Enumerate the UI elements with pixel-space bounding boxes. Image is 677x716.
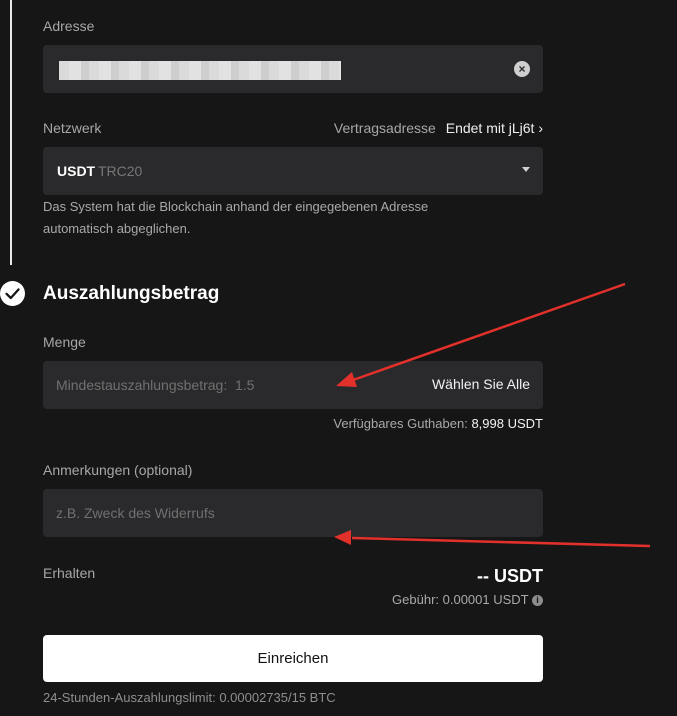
contract-address-value[interactable]: Endet mit jLj6t › <box>446 120 543 136</box>
remarks-input[interactable]: z.B. Zweck des Widerrufs <box>43 489 543 537</box>
section-title: Auszahlungsbetrag <box>43 283 220 304</box>
redacted-address <box>59 61 341 80</box>
receive-label: Erhalten <box>43 565 96 581</box>
contract-address-label: Vertragsadresse <box>333 120 436 136</box>
network-select[interactable]: USDT TRC20 <box>43 147 543 195</box>
available-balance: Verfügbares Guthaben: 8,998 USDT <box>333 416 543 431</box>
amount-placeholder: Mindestauszahlungsbetrag: 1.5 <box>56 377 255 393</box>
step-line <box>10 0 12 265</box>
fee-text: Gebühr: 0.00001 USDT <box>392 592 529 607</box>
remarks-placeholder: z.B. Zweck des Widerrufs <box>56 505 215 521</box>
selected-network: TRC20 <box>98 163 143 179</box>
fee: Gebühr: 0.00001 USDT i <box>392 592 543 607</box>
remarks-label: Anmerkungen (optional) <box>43 462 193 478</box>
submit-button[interactable]: Einreichen <box>43 635 543 682</box>
caret-down-icon[interactable] <box>522 167 530 172</box>
network-label: Netzwerk <box>43 120 102 136</box>
available-label: Verfügbares Guthaben: <box>333 416 468 431</box>
available-value: 8,998 USDT <box>471 416 543 431</box>
select-all-button[interactable]: Wählen Sie Alle <box>432 376 530 392</box>
amount-label: Menge <box>43 334 86 350</box>
address-label: Adresse <box>43 18 95 34</box>
receive-value: -- USDT <box>477 566 543 586</box>
info-icon[interactable]: i <box>532 595 543 607</box>
network-note-line2: automatisch abgeglichen. <box>43 221 191 236</box>
annotation-arrows <box>334 282 651 548</box>
contract-address[interactable]: Vertragsadresse Endet mit jLj6t › <box>334 120 543 136</box>
withdraw-limit: 24-Stunden-Auszahlungslimit: 0.00002735/… <box>43 690 336 705</box>
address-input[interactable]: × <box>43 45 543 93</box>
network-note-line1: Das System hat die Blockchain anhand der… <box>43 199 429 214</box>
check-icon <box>0 281 25 306</box>
selected-coin: USDT <box>57 163 96 179</box>
clear-icon[interactable]: × <box>514 61 530 77</box>
amount-input[interactable]: Mindestauszahlungsbetrag: 1.5 Wählen Sie… <box>43 361 543 409</box>
arrow-line-2 <box>351 536 651 548</box>
